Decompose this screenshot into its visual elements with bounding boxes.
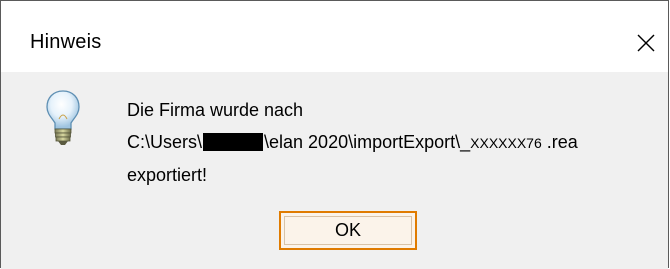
ok-button-label: OK: [334, 220, 361, 240]
lightbulb-icon: [46, 90, 80, 145]
message-line-3: exportiert!: [127, 165, 208, 185]
message-text: Die Firma wurde nach C:\Users\ \elan 2020…: [127, 94, 578, 191]
dialog-title: Hinweis: [30, 31, 102, 53]
path-prefix: C:\Users\: [127, 132, 203, 152]
close-button[interactable]: [624, 21, 668, 65]
message-dialog: Hinweis Die Firma wurde nach C:\Users\ \…: [0, 0, 669, 269]
path-code: XXXXXX76: [470, 135, 542, 151]
dialog-content: Die Firma wurde nach C:\Users\ \elan 2020…: [1, 72, 668, 269]
path-extension: .rea: [541, 132, 578, 152]
title-bar: Hinweis: [1, 1, 668, 72]
redacted-username: [203, 133, 264, 151]
ok-button[interactable]: OK: [279, 211, 417, 250]
path-middle: \elan 2020\importExport\_: [264, 132, 471, 152]
message-line-1: Die Firma wurde nach: [127, 100, 304, 120]
close-icon: [637, 34, 655, 52]
export-path: C:\Users\ \elan 2020\importExport\_XXXXXX…: [127, 126, 578, 159]
